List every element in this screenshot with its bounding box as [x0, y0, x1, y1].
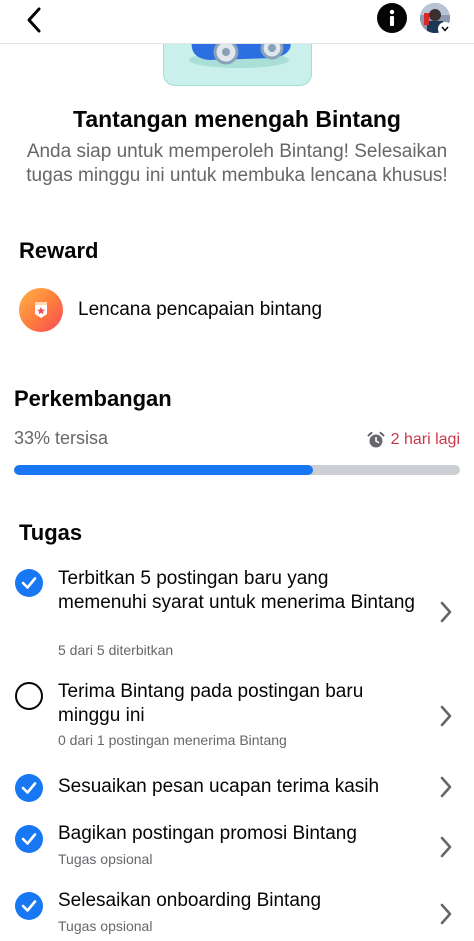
checkmark-icon — [15, 569, 43, 597]
progress-bar-fill — [14, 465, 313, 475]
task-subtitle: Tugas opsional — [58, 918, 153, 934]
chevron-down-icon — [441, 26, 449, 32]
chevron-right-icon — [436, 704, 456, 728]
task-item[interactable]: Bagikan postingan promosi Bintang Tugas … — [0, 822, 474, 870]
task-item[interactable]: Selesaikan onboarding Bintang Tugas opsi… — [0, 889, 474, 937]
chevron-right-icon — [436, 600, 456, 624]
avatar-dropdown-indicator[interactable] — [438, 22, 452, 36]
task-subtitle: 5 dari 5 diterbitkan — [58, 642, 174, 658]
chevron-right-icon — [436, 902, 456, 926]
chevron-right-icon — [436, 775, 456, 799]
task-title: Selesaikan onboarding Bintang — [58, 890, 322, 911]
task-item[interactable]: Terbitkan 5 postingan baru yang memenuhi… — [0, 567, 474, 663]
task-subtitle: 0 dari 1 postingan menerima Bintang — [58, 732, 287, 748]
task-title: Terima Bintang pada postingan baru mingg… — [58, 681, 364, 726]
top-bar — [0, 0, 474, 44]
progress-remaining: 33% tersisa — [14, 428, 109, 448]
back-button[interactable] — [18, 4, 50, 36]
task-title: Terbitkan 5 postingan baru yang memenuhi… — [58, 568, 415, 613]
tasks-heading: Tugas — [19, 520, 83, 545]
reward-item-label: Lencana pencapaian bintang — [78, 299, 323, 320]
page-subtitle: Anda siap untuk memperoleh Bintang! Sele… — [26, 141, 448, 186]
chevron-right-icon — [436, 835, 456, 859]
task-item[interactable]: Terima Bintang pada postingan baru mingg… — [0, 680, 474, 752]
deadline-text: 2 hari lagi — [390, 431, 460, 448]
checkmark-icon — [15, 825, 43, 853]
page-title: Tantangan menengah Bintang — [73, 106, 401, 132]
info-button[interactable] — [377, 3, 407, 33]
chevron-left-icon — [27, 7, 41, 33]
deadline: 2 hari lagi — [367, 431, 460, 449]
task-item[interactable]: Sesuaikan pesan ucapan terima kasih — [0, 774, 474, 802]
badge-icon — [19, 288, 63, 332]
progress-heading: Perkembangan — [14, 386, 172, 411]
info-icon — [389, 9, 395, 26]
task-title: Sesuaikan pesan ucapan terima kasih — [58, 776, 380, 797]
empty-circle-icon — [15, 682, 43, 710]
progress-bar — [14, 465, 460, 475]
task-title: Bagikan postingan promosi Bintang — [58, 823, 357, 844]
task-subtitle: Tugas opsional — [58, 851, 153, 867]
alarm-clock-icon — [367, 431, 385, 448]
reward-heading: Reward — [19, 238, 99, 263]
checkmark-icon — [15, 774, 43, 802]
checkmark-icon — [15, 892, 43, 920]
